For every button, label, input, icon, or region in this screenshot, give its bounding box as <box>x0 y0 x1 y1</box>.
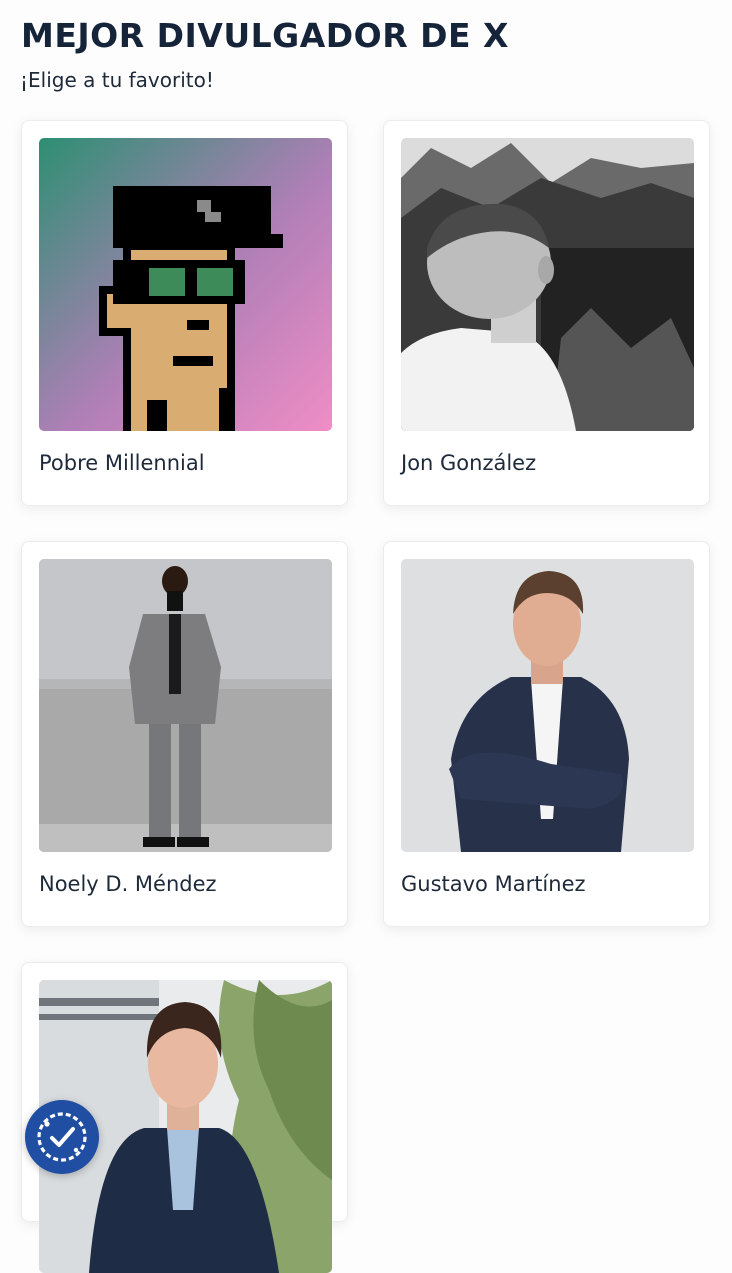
pixel-art-avatar-icon <box>39 138 332 431</box>
badge-check-icon <box>37 1112 87 1162</box>
candidate-photo <box>401 138 694 431</box>
candidate-card-gustavo-martinez[interactable]: Gustavo Martínez <box>383 541 710 927</box>
candidate-photo <box>401 559 694 852</box>
candidate-photo <box>39 138 332 431</box>
man-on-stage-photo <box>39 559 332 852</box>
candidate-photo <box>39 559 332 852</box>
verify-badge-button[interactable] <box>25 1100 99 1174</box>
candidate-name: Gustavo Martínez <box>401 872 586 896</box>
candidate-name: Jon González <box>401 451 537 475</box>
page-title: MEJOR DIVULGADOR DE X <box>21 16 509 55</box>
candidate-card-5[interactable] <box>21 962 348 1273</box>
page-subtitle: ¡Elige a tu favorito! <box>20 68 214 92</box>
man-crossed-arms-photo <box>401 559 694 852</box>
candidate-card-pobre-millennial[interactable]: Pobre Millennial <box>21 120 348 506</box>
candidate-name: Noely D. Méndez <box>39 872 217 896</box>
candidate-card-noely-mendez[interactable]: Noely D. Méndez <box>21 541 348 927</box>
man-mountains-photo <box>401 138 694 431</box>
candidate-card-jon-gonzalez[interactable]: Jon González <box>383 120 710 506</box>
candidate-name: Pobre Millennial <box>39 451 205 475</box>
